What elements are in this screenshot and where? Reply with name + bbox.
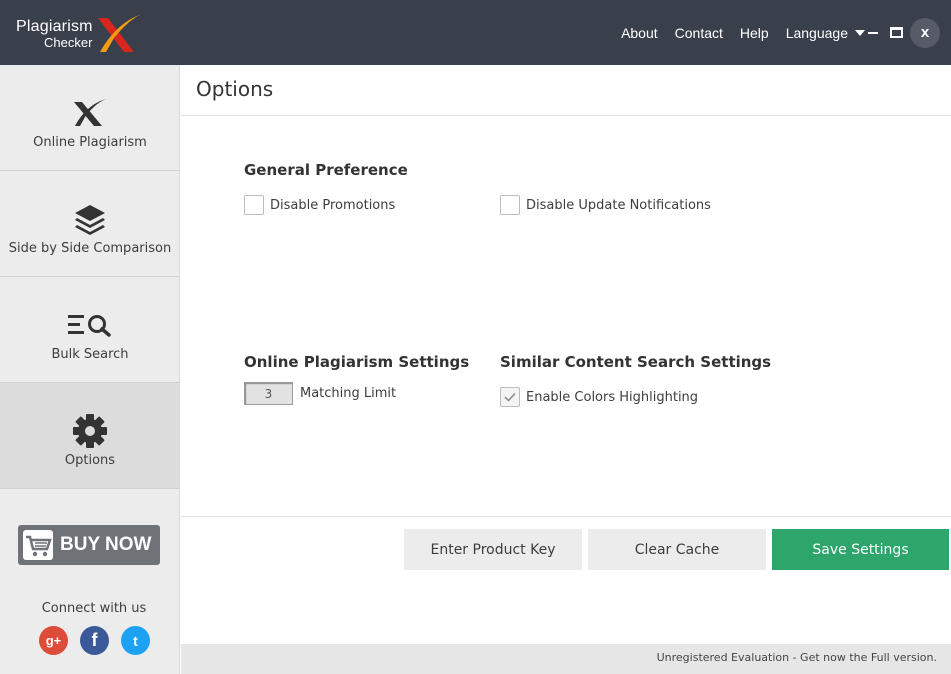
main-header: Options	[181, 65, 951, 116]
matching-limit-input[interactable]: 3	[244, 382, 293, 405]
title-bar: Plagiarism Checker About Contact Help La…	[0, 0, 951, 65]
nav-about-link[interactable]: About	[621, 25, 658, 41]
connect-label: Connect with us	[41, 601, 147, 616]
buy-now-button[interactable]: BUY NOW	[18, 525, 160, 565]
checkbox-box[interactable]	[500, 387, 520, 407]
minimize-button[interactable]	[866, 0, 880, 65]
page-title: Options	[196, 77, 274, 101]
enter-product-key-button[interactable]: Enter Product Key	[404, 529, 582, 570]
logo-x-icon	[98, 14, 142, 52]
sidebar: Online Plagiarism Side by Side Compariso…	[0, 65, 180, 674]
sidebar-item-label: Side by Side Comparison	[8, 241, 172, 256]
nav-contact-link[interactable]: Contact	[675, 25, 723, 41]
disable-update-notifications-checkbox[interactable]: Disable Update Notifications	[500, 195, 711, 215]
gear-icon	[72, 413, 108, 449]
logo-text-line2: Checker	[44, 35, 93, 50]
maximize-button[interactable]	[889, 0, 903, 65]
sidebar-item-label: Online Plagiarism	[33, 135, 147, 150]
sidebar-item-label: Bulk Search	[51, 347, 129, 362]
top-navigation: About Contact Help Language	[621, 0, 865, 65]
chevron-down-icon	[855, 30, 865, 36]
status-bar: Unregistered Evaluation - Get now the Fu…	[181, 644, 951, 674]
x-logo-icon	[72, 95, 108, 131]
language-label: Language	[785, 24, 848, 41]
language-dropdown[interactable]: Language	[786, 25, 865, 41]
close-button[interactable]: x	[910, 0, 940, 65]
social-links: g+ f t	[39, 626, 150, 655]
list-search-icon	[68, 307, 112, 343]
sidebar-item-bulk-search[interactable]: Bulk Search	[0, 277, 180, 383]
checkmark-icon	[504, 392, 516, 402]
matching-limit-control: 3 Matching Limit	[244, 382, 396, 405]
logo-text-line1: Plagiarism	[16, 18, 93, 35]
similar-content-settings-heading: Similar Content Search Settings	[500, 353, 772, 371]
maximize-icon	[889, 27, 903, 38]
divider	[181, 516, 951, 517]
checkbox-label: Disable Update Notifications	[526, 197, 711, 213]
sidebar-item-side-by-side[interactable]: Side by Side Comparison	[0, 171, 180, 277]
checkbox-box[interactable]	[244, 195, 264, 215]
google-plus-icon[interactable]: g+	[39, 626, 68, 655]
nav-help-link[interactable]: Help	[740, 25, 769, 41]
sidebar-item-options[interactable]: Options	[0, 383, 180, 489]
sidebar-item-online-plagiarism[interactable]: Online Plagiarism	[0, 65, 180, 171]
twitter-icon[interactable]: t	[121, 626, 150, 655]
clear-cache-button[interactable]: Clear Cache	[588, 529, 766, 570]
checkbox-box[interactable]	[500, 195, 520, 215]
app-logo: Plagiarism Checker	[14, 10, 149, 56]
close-icon: x	[910, 17, 940, 48]
status-text[interactable]: Unregistered Evaluation - Get now the Fu…	[657, 651, 937, 664]
enable-colors-highlighting-checkbox[interactable]: Enable Colors Highlighting	[500, 387, 698, 407]
save-settings-button[interactable]: Save Settings	[772, 529, 949, 570]
general-preference-heading: General Preference	[244, 161, 408, 179]
facebook-icon[interactable]: f	[80, 626, 109, 655]
minimize-icon	[868, 31, 878, 34]
checkbox-label: Disable Promotions	[270, 197, 396, 213]
online-plagiarism-settings-heading: Online Plagiarism Settings	[244, 353, 470, 371]
buy-now-label: BUY NOW	[60, 534, 152, 555]
disable-promotions-checkbox[interactable]: Disable Promotions	[244, 195, 395, 215]
cart-icon	[23, 530, 53, 560]
sidebar-item-label: Options	[64, 453, 116, 468]
matching-limit-label: Matching Limit	[300, 386, 397, 401]
layers-icon	[73, 201, 107, 237]
checkbox-label: Enable Colors Highlighting	[526, 389, 699, 405]
